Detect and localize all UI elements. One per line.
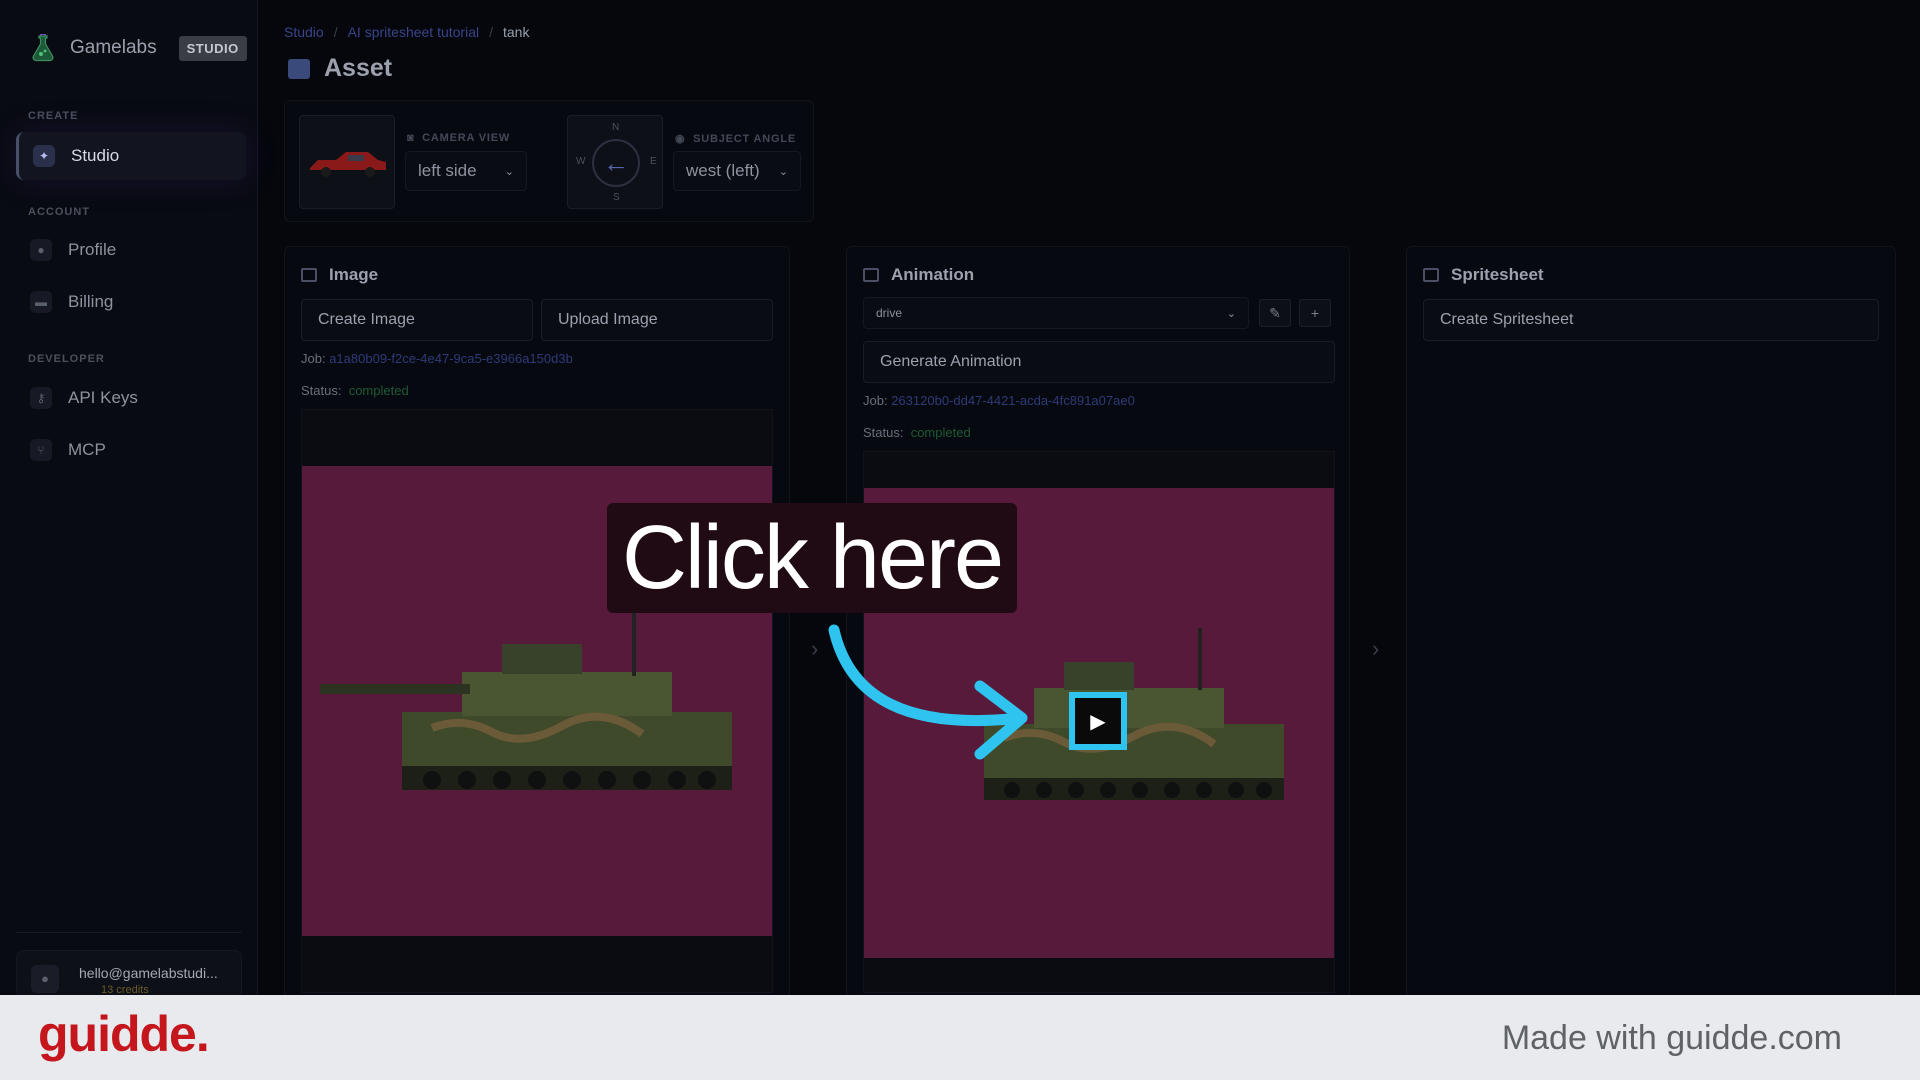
brand[interactable]: Gamelabs STUDIO	[30, 34, 247, 62]
click-here-callout: Click here	[607, 503, 1017, 613]
chevron-down-icon: ⌄	[504, 165, 514, 178]
section-label-developer: DEVELOPER	[28, 353, 105, 365]
play-button[interactable]: ▶	[1069, 692, 1127, 750]
asset-thumbnail[interactable]	[299, 115, 395, 209]
user-card[interactable]: ● hello@gamelabstudi... 13 credits	[16, 950, 242, 998]
user-icon: ●	[30, 239, 52, 261]
avatar: ●	[31, 965, 59, 993]
page-title-text: Asset	[324, 54, 393, 82]
compass-e: E	[650, 156, 657, 167]
breadcrumb: Studio / AI spritesheet tutorial / tank	[284, 24, 529, 40]
edit-icon[interactable]: ✎	[1259, 299, 1291, 327]
create-spritesheet-button[interactable]: Create Spritesheet	[1423, 299, 1879, 341]
pointer-arrow-icon	[828, 624, 1028, 760]
sidebar: Gamelabs STUDIO CREATE ✦ Studio ACCOUNT …	[0, 0, 258, 998]
app-root: Gamelabs STUDIO CREATE ✦ Studio ACCOUNT …	[0, 0, 1920, 1080]
image-panel: Image Create Image Upload Image Job: a1a…	[284, 246, 790, 1006]
footer-made-with[interactable]: Made with guidde.com	[1502, 1019, 1842, 1058]
asset-config-bar: ◙ CAMERA VIEW left side ⌄ N S E W ← ◉ SU…	[284, 100, 814, 222]
grid-icon	[1423, 268, 1439, 282]
guidde-logo[interactable]: guidde.	[38, 1005, 210, 1063]
animation-panel-header: Animation	[863, 265, 974, 285]
subject-angle-value: west (left)	[686, 161, 760, 180]
sidebar-item-mcp[interactable]: ⑂ MCP	[16, 426, 246, 474]
camera-view-value: left side	[418, 161, 477, 180]
sidebar-item-label: API Keys	[68, 388, 138, 407]
animation-job-line: Job: 263120b0-dd47-4421-acda-4fc891a07ae…	[863, 393, 1135, 408]
sidebar-item-label: Billing	[68, 292, 114, 311]
arrow-left-icon: ←	[592, 139, 640, 187]
animation-status-line: Status: completed	[863, 425, 971, 440]
page-title: Asset	[288, 54, 392, 83]
upload-image-button[interactable]: Upload Image	[541, 299, 773, 341]
subject-angle-label: ◉ SUBJECT ANGLE	[675, 133, 797, 145]
callout-text: Click here	[621, 508, 1004, 608]
angle-icon: ◉	[675, 133, 686, 145]
branch-icon: ⑂	[30, 439, 52, 461]
camera-icon: ◙	[407, 132, 415, 144]
spritesheet-panel: Spritesheet Create Spritesheet	[1406, 246, 1896, 1006]
image-status-line: Status: completed	[301, 383, 409, 398]
breadcrumb-current: tank	[503, 24, 530, 40]
chevron-right-icon: ›	[811, 636, 819, 661]
image-job-line: Job: a1a80b09-f2ce-4e47-9ca5-e3966a150d3…	[301, 351, 573, 366]
compass-s: S	[613, 192, 620, 203]
status-badge: completed	[910, 425, 971, 440]
play-icon: ▶	[1090, 710, 1106, 733]
sidebar-item-api-keys[interactable]: ⚷ API Keys	[16, 374, 246, 422]
key-icon: ⚷	[30, 387, 52, 409]
breadcrumb-project[interactable]: AI spritesheet tutorial	[348, 24, 480, 40]
sidebar-divider	[16, 932, 242, 933]
camera-view-select[interactable]: left side ⌄	[405, 151, 527, 191]
image-preview-frame	[301, 409, 773, 993]
section-label-account: ACCOUNT	[28, 206, 90, 218]
section-label-create: CREATE	[28, 110, 79, 122]
flask-logo-icon	[32, 34, 54, 62]
compass-w: W	[576, 156, 586, 167]
brand-badge: STUDIO	[178, 35, 247, 61]
chevron-down-icon: ⌄	[1226, 307, 1236, 320]
compass-n: N	[612, 122, 620, 133]
sidebar-item-billing[interactable]: ▬ Billing	[16, 278, 246, 326]
image-icon	[288, 58, 310, 79]
generate-animation-button[interactable]: Generate Animation	[863, 341, 1335, 383]
video-icon	[863, 268, 879, 282]
add-icon[interactable]: +	[1299, 299, 1331, 327]
image-panel-header: Image	[301, 265, 378, 285]
breadcrumb-studio[interactable]: Studio	[284, 24, 324, 40]
sidebar-item-studio[interactable]: ✦ Studio	[16, 132, 246, 180]
chevron-right-icon: ›	[1372, 636, 1380, 661]
animation-job-id-link[interactable]: 263120b0-dd47-4421-acda-4fc891a07ae0	[891, 393, 1135, 408]
car-thumbnail-icon	[310, 152, 386, 177]
breadcrumb-separator: /	[489, 24, 493, 40]
spritesheet-panel-header: Spritesheet	[1423, 265, 1544, 285]
breadcrumb-separator: /	[333, 24, 338, 40]
wand-icon: ✦	[33, 145, 55, 167]
sidebar-item-profile[interactable]: ● Profile	[16, 226, 246, 274]
image-icon	[301, 268, 317, 282]
brand-name: Gamelabs	[70, 37, 157, 58]
footer: guidde. Made with guidde.com	[0, 995, 1920, 1080]
sidebar-item-label: MCP	[68, 440, 106, 459]
sidebar-item-label: Studio	[71, 146, 120, 165]
chevron-down-icon: ⌄	[778, 165, 788, 178]
status-badge: completed	[348, 383, 409, 398]
user-email: hello@gamelabstudi...	[79, 965, 218, 981]
card-icon: ▬	[30, 291, 52, 313]
camera-view-label: ◙ CAMERA VIEW	[407, 132, 511, 144]
compass-widget[interactable]: N S E W ←	[567, 115, 663, 209]
sidebar-item-label: Profile	[68, 240, 117, 259]
create-image-button[interactable]: Create Image	[301, 299, 533, 341]
animation-select-value: drive	[876, 306, 903, 320]
image-job-id-link[interactable]: a1a80b09-f2ce-4e47-9ca5-e3966a150d3b	[329, 351, 573, 366]
subject-angle-select[interactable]: west (left) ⌄	[673, 151, 801, 191]
animation-select[interactable]: drive ⌄	[863, 297, 1249, 329]
